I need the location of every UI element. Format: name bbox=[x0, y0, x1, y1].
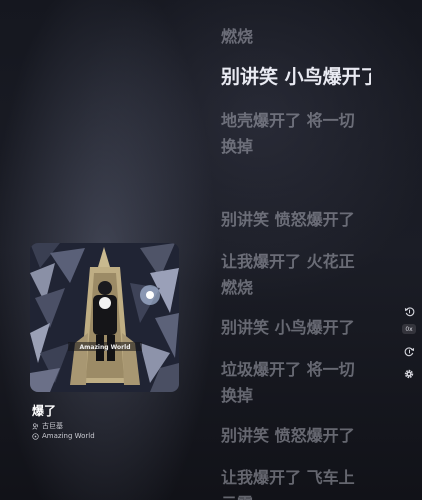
lyric-line[interactable]: 别讲笑 愤怒爆开了 bbox=[221, 207, 361, 233]
lyric-line[interactable]: 别讲笑 愤怒爆开了 bbox=[221, 423, 361, 449]
forward-button[interactable] bbox=[401, 343, 417, 359]
rewind-button[interactable] bbox=[401, 303, 417, 319]
svg-text:Amazing World: Amazing World bbox=[80, 344, 131, 351]
album-icon bbox=[32, 432, 39, 440]
artist-name[interactable]: 古巨基 bbox=[42, 421, 63, 431]
lyric-line[interactable]: 垃圾爆开了 将一切换掉 bbox=[221, 357, 361, 409]
forward-icon bbox=[404, 346, 414, 356]
album-cover-image: Amazing World bbox=[30, 243, 179, 392]
lyric-line[interactable]: 让我爆开了 飞车上云霄 bbox=[221, 465, 361, 500]
album-row[interactable]: Amazing World bbox=[32, 432, 95, 440]
artist-icon bbox=[32, 422, 38, 430]
rewind-icon bbox=[404, 306, 414, 316]
album-name[interactable]: Amazing World bbox=[42, 432, 95, 440]
settings-icon bbox=[404, 369, 414, 379]
lyric-line[interactable]: 别讲笑 小鸟爆开了 bbox=[221, 315, 361, 341]
song-title: 爆了 bbox=[32, 404, 57, 418]
settings-button[interactable] bbox=[401, 366, 417, 382]
playback-speed-button[interactable]: 0x bbox=[402, 324, 416, 334]
artist-row[interactable]: 古巨基 bbox=[32, 421, 63, 431]
lyric-line[interactable]: 让我爆开了 火花正燃烧 bbox=[221, 249, 361, 301]
lyrics-panel: 燃烧 别讲笑 小鸟爆开了 地壳爆开了 将一切换掉 别讲笑 愤怒爆开了 让我爆开了… bbox=[221, 0, 371, 500]
lyric-line[interactable]: 燃烧 bbox=[221, 24, 361, 50]
lyric-line-active[interactable]: 别讲笑 小鸟爆开了 bbox=[221, 64, 371, 90]
lyric-line[interactable]: 地壳爆开了 将一切换掉 bbox=[221, 108, 361, 160]
album-cover[interactable]: Amazing World bbox=[30, 243, 179, 392]
